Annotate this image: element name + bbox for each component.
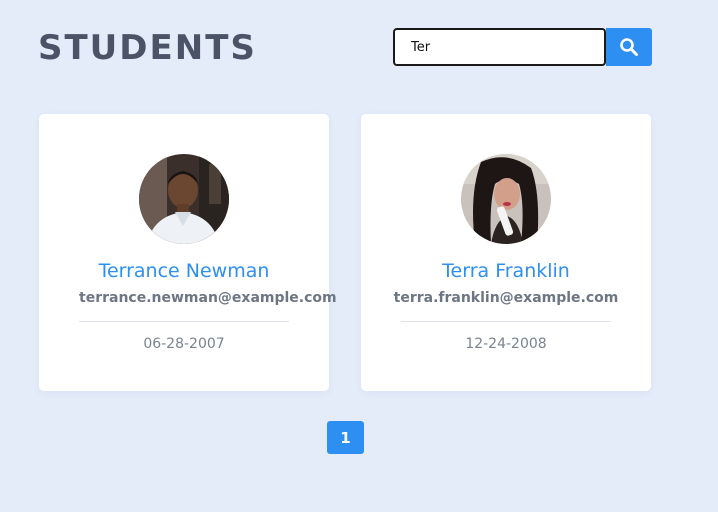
student-card: Terra Franklin terra.franklin@example.co… <box>361 114 651 391</box>
search-input[interactable] <box>393 28 606 66</box>
search-button[interactable] <box>606 28 652 66</box>
student-name[interactable]: Terra Franklin <box>361 259 651 283</box>
student-email: terra.franklin@example.com <box>393 290 619 306</box>
divider <box>79 321 289 322</box>
avatar <box>461 154 551 244</box>
student-name[interactable]: Terrance Newman <box>39 259 329 283</box>
pagination-page-button[interactable]: 1 <box>327 421 364 454</box>
student-email: terrance.newman@example.com <box>79 290 337 306</box>
student-dob: 12-24-2008 <box>465 336 547 352</box>
student-dob: 06-28-2007 <box>143 336 225 352</box>
search-icon <box>620 38 638 56</box>
student-card: Terrance Newman terrance.newman@example.… <box>39 114 337 391</box>
divider <box>401 321 611 322</box>
avatar <box>139 154 229 244</box>
page-title: STUDENTS <box>38 28 257 68</box>
